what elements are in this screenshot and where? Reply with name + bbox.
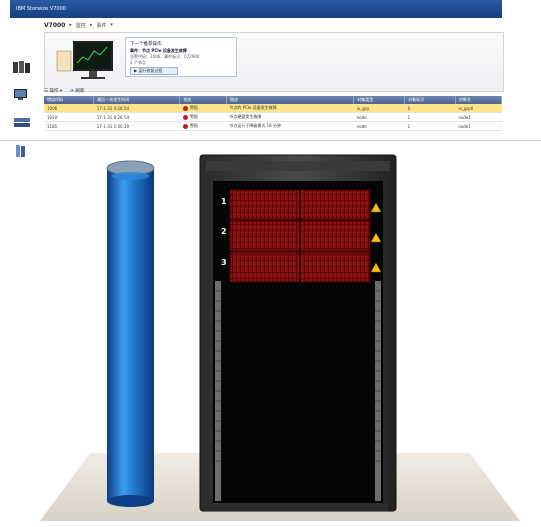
chevron-down-icon[interactable]: ▾ [110, 22, 113, 28]
table-row[interactable]: 1006 17-1-31 0:26:54 警报 节点的 PCIe 设备发生故障 … [44, 104, 502, 113]
alert-icon [182, 123, 188, 129]
app-title: IBM Storwize V7000 [16, 6, 66, 12]
event-status: 警报 [179, 121, 227, 131]
event-time: 17-1-31 0:26:54 [93, 104, 180, 113]
enclosure-label: 3 [221, 258, 227, 267]
event-object-name: node1 [455, 112, 502, 122]
column-header[interactable]: 对象类型 [353, 96, 406, 104]
storage-visualization: 1 2 3 [40, 154, 520, 521]
chevron-down-icon: ▾ [59, 89, 63, 94]
refresh-label: 刷新 [75, 89, 85, 94]
chevron-right-icon: ▸ [89, 22, 93, 28]
event-object-id: 1 [404, 121, 456, 131]
enclosure-3[interactable]: 3 [221, 251, 382, 283]
column-header[interactable]: 描述 [226, 96, 355, 104]
breadcrumb-monitor[interactable]: 监控 [76, 22, 86, 29]
events-toolbar: ☰ 操作 ▾ ⟳ 刷新 [44, 86, 502, 96]
monitor-icon[interactable] [12, 88, 32, 102]
refresh-icon: ⟳ [70, 89, 74, 94]
event-object-name: node1 [455, 121, 502, 131]
column-header[interactable]: 对象标识 [404, 96, 456, 104]
storage-pool-cylinder[interactable] [106, 160, 155, 507]
event-code: 1185 [44, 121, 94, 131]
servers-icon[interactable] [12, 60, 32, 74]
actions-label: 操作 [49, 89, 59, 94]
next-action-card: 下一个推荐操作 事件：节点 PCIe 设备发生故障 告警代码：1006，事件标识… [125, 37, 237, 77]
chevron-right-icon: ▸ [69, 22, 72, 28]
actions-menu[interactable]: ☰ 操作 ▾ [44, 88, 62, 94]
title-bar: IBM Storwize V7000 [10, 0, 502, 18]
alert-icon [182, 105, 188, 111]
event-time: 17-1-31 0:26:54 [93, 112, 180, 122]
monitoring-chart-icon [56, 41, 113, 79]
enclosure-label: 2 [221, 227, 227, 236]
event-status: 警报 [179, 112, 227, 122]
event-status-label: 警报 [189, 105, 198, 110]
event-time: 17-1-31 1:00:29 [93, 121, 180, 131]
breadcrumb: V7000 ▸ 监控 ▸ 事件 ▾ [44, 20, 113, 30]
refresh-button[interactable]: ⟳ 刷新 [70, 88, 84, 94]
column-header[interactable]: 状态 [179, 96, 227, 104]
event-object-type: node [353, 121, 405, 131]
event-status-label: 警报 [189, 123, 198, 128]
event-code: 1006 [44, 104, 94, 113]
alert-icon [182, 114, 188, 120]
enclosure-label: 1 [221, 197, 227, 206]
event-status: 警报 [179, 104, 227, 113]
enclosure-1[interactable]: 1 [221, 189, 382, 221]
event-object-type: io_grp [353, 104, 405, 113]
breadcrumb-root[interactable]: V7000 [44, 22, 65, 29]
event-status-label: 警报 [189, 114, 198, 119]
event-description: 节点硬盘发生故障 [226, 112, 354, 122]
event-object-id: 0 [404, 104, 456, 113]
next-action-count: 2 个节点 [130, 60, 146, 65]
events-table: 错误代码 最后一次发生时间 状态 描述 对象类型 对象标识 对象名 1006 1… [44, 96, 503, 131]
column-header[interactable]: 最后一次发生时间 [93, 96, 181, 104]
next-action-heading: 下一个推荐操作 [130, 42, 162, 47]
recommended-action-panel: 下一个推荐操作 事件：节点 PCIe 设备发生故障 告警代码：1006，事件标识… [44, 32, 504, 92]
event-object-name: io_grp0 [455, 104, 502, 113]
table-row[interactable]: 1020 17-1-31 0:26:54 警报 节点硬盘发生故障 node 1 … [44, 112, 502, 122]
run-fix-label: 运行修复过程 [138, 68, 163, 73]
column-header[interactable]: 对象名 [455, 96, 503, 104]
event-code: 1020 [44, 112, 94, 122]
storage-icon[interactable] [12, 116, 32, 130]
event-description: 节点的 PCIe 设备发生故障 [226, 104, 354, 113]
run-fix-button[interactable]: ▶ 运行修复过程 [130, 67, 178, 75]
play-icon: ▶ [134, 68, 138, 73]
list-icon: ☰ [44, 89, 49, 94]
table-row[interactable]: 1185 17-1-31 1:00:29 警报 节点运行于降级模式 18 分钟 … [44, 121, 502, 131]
event-object-type: node [353, 112, 405, 122]
column-header[interactable]: 错误代码 [44, 96, 95, 104]
event-object-id: 1 [404, 112, 456, 122]
event-description: 节点运行于降级模式 18 分钟 [226, 121, 354, 131]
table-header: 错误代码 最后一次发生时间 状态 描述 对象类型 对象标识 对象名 [44, 96, 503, 104]
breadcrumb-events[interactable]: 事件 [96, 22, 106, 29]
enclosure-2[interactable]: 2 [221, 220, 382, 252]
